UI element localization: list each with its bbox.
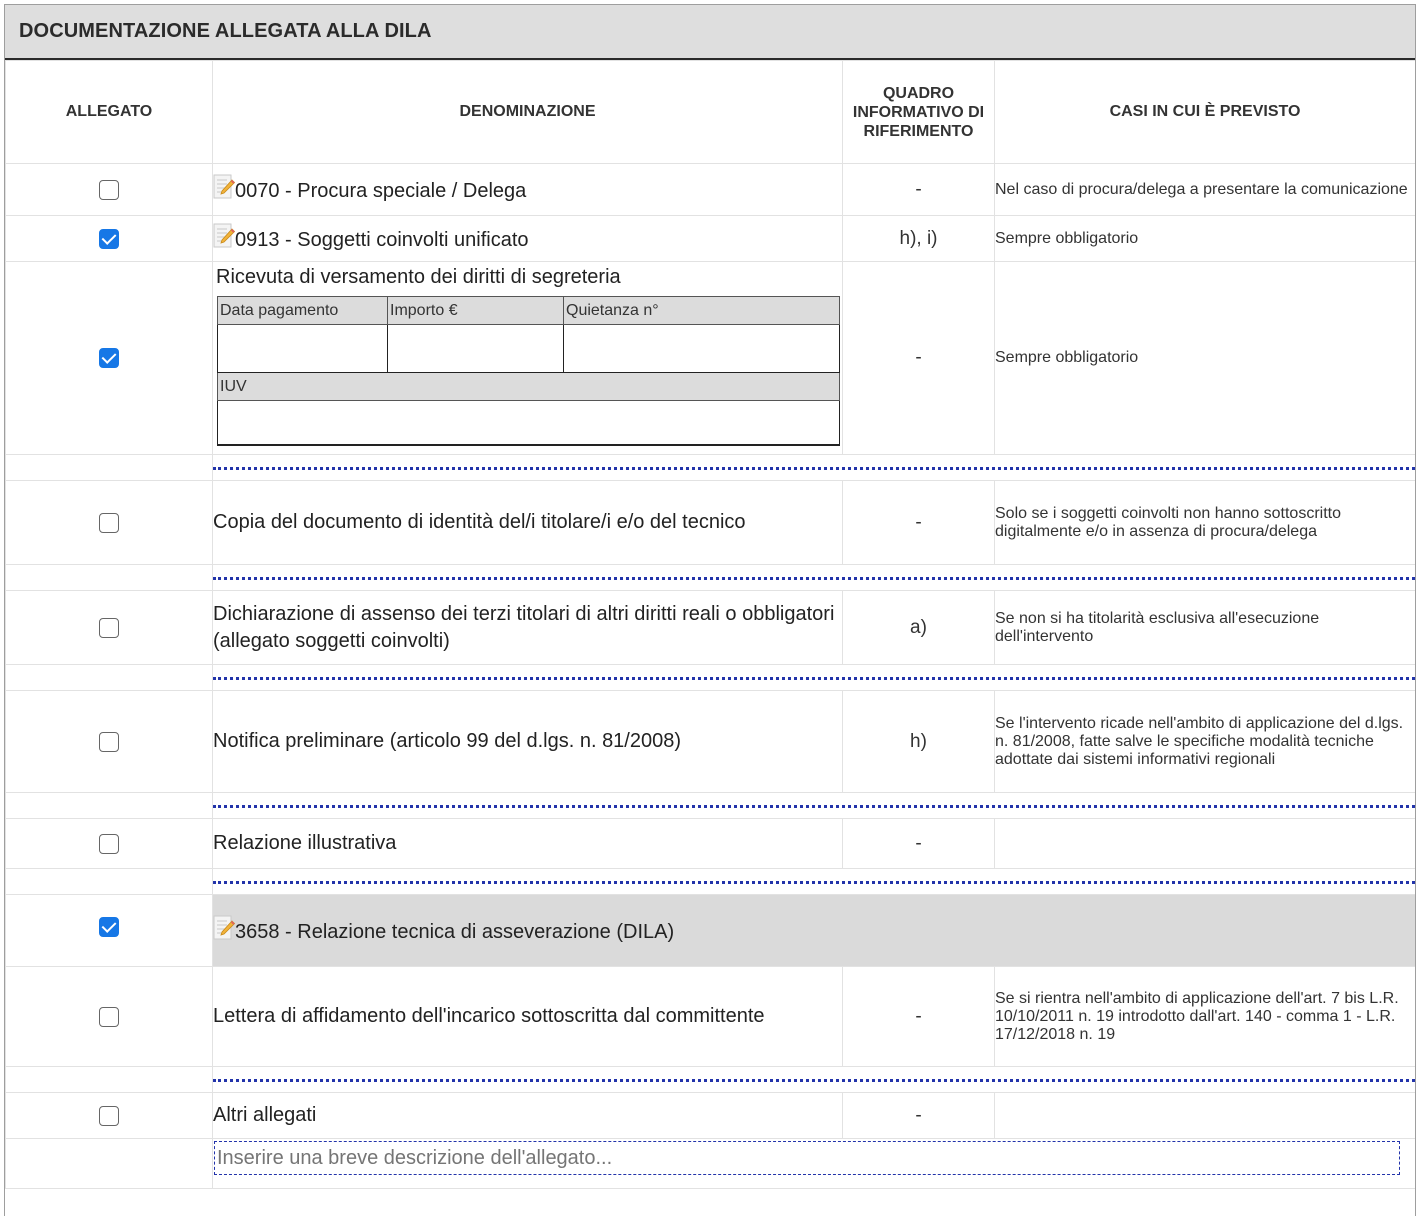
importo-label: Importo € — [387, 296, 564, 325]
table-row-0913: 0913 - Soggetti coinvolti unificato h), … — [5, 215, 1415, 262]
table-row-altri: Altri allegati - — [5, 1092, 1415, 1139]
table-row-relazione: Relazione illustrativa - — [5, 818, 1415, 869]
separator-line — [213, 577, 1415, 580]
panel-title: DOCUMENTAZIONE ALLEGATA ALLA DILA — [5, 5, 1415, 60]
separator-row — [5, 1066, 1415, 1093]
quadro-value: - — [842, 261, 995, 455]
allegato-checkbox-0070[interactable] — [99, 179, 119, 200]
separator-row — [5, 868, 1415, 895]
allegato-checkbox-assenso[interactable] — [99, 617, 119, 638]
denominazione-0070: 0070 - Procura speciale / Delega — [212, 163, 843, 216]
allegato-checkbox-identita[interactable] — [99, 512, 119, 533]
casi-text — [994, 1092, 1415, 1139]
quadro-value: - — [842, 818, 995, 869]
allegato-checkbox-3658[interactable] — [99, 917, 119, 937]
table-row-ricevuta: Ricevuta di versamento dei diritti di se… — [5, 261, 1415, 455]
quadro-value: - — [842, 966, 995, 1067]
column-header-allegato: ALLEGATO — [5, 60, 213, 164]
denominazione-label: Notifica preliminare (articolo 99 del d.… — [212, 690, 843, 793]
casi-text — [994, 818, 1415, 869]
document-edit-icon[interactable] — [213, 174, 235, 200]
allegati-table: ALLEGATO DENOMINAZIONE QUADRO INFORMATIV… — [5, 60, 1415, 1189]
denominazione-0913: 0913 - Soggetti coinvolti unificato — [212, 215, 843, 262]
altri-allegati-description-input[interactable] — [214, 1141, 1400, 1175]
separator-line — [213, 467, 1415, 470]
casi-text: Sempre obbligatorio — [994, 215, 1415, 262]
denominazione-ricevuta: Ricevuta di versamento dei diritti di se… — [212, 261, 843, 455]
quadro-value: h), i) — [842, 215, 995, 262]
quadro-value: - — [842, 163, 995, 216]
column-header-denominazione: DENOMINAZIONE — [212, 60, 843, 164]
quadro-value: - — [842, 480, 995, 565]
allegato-checkbox-0913[interactable] — [99, 228, 119, 249]
iuv-field[interactable] — [217, 400, 840, 446]
denominazione-label: Altri allegati — [212, 1092, 843, 1139]
importo-field[interactable] — [387, 324, 564, 373]
table-row-identita: Copia del documento di identità del/i ti… — [5, 480, 1415, 565]
description-row — [5, 1138, 1415, 1189]
separator-line — [213, 1079, 1415, 1082]
denominazione-label: Copia del documento di identità del/i ti… — [212, 480, 843, 565]
denominazione-3658: 3658 - Relazione tecnica di asseverazion… — [212, 894, 1415, 967]
quadro-value: - — [842, 1092, 995, 1139]
allegato-checkbox-notifica[interactable] — [99, 731, 119, 752]
allegato-checkbox-ricevuta[interactable] — [99, 348, 119, 368]
document-edit-icon[interactable] — [213, 915, 235, 941]
data-pagamento-label: Data pagamento — [217, 296, 388, 325]
denominazione-label: Dichiarazione di assenso dei terzi titol… — [212, 590, 843, 665]
table-row-0070: 0070 - Procura speciale / Delega - Nel c… — [5, 163, 1415, 216]
separator-row — [5, 664, 1415, 691]
casi-text: Se l'intervento ricade nell'ambito di ap… — [994, 690, 1415, 793]
table-row-notifica: Notifica preliminare (articolo 99 del d.… — [5, 690, 1415, 793]
denominazione-label[interactable]: 0913 - Soggetti coinvolti unificato — [235, 229, 529, 251]
allegato-checkbox-relazione[interactable] — [99, 833, 119, 854]
document-edit-icon[interactable] — [213, 223, 235, 249]
denominazione-label[interactable]: 3658 - Relazione tecnica di asseverazion… — [235, 921, 674, 943]
quietanza-field[interactable] — [563, 324, 840, 373]
separator-line — [213, 677, 1415, 680]
allegato-checkbox-altri[interactable] — [99, 1105, 119, 1126]
denominazione-label: Relazione illustrativa — [212, 818, 843, 869]
separator-line — [213, 805, 1415, 808]
payment-table: Data pagamento Importo € Quietanza n° IU… — [217, 296, 840, 446]
separator-line — [213, 881, 1415, 884]
data-pagamento-field[interactable] — [217, 324, 388, 373]
denominazione-label: Lettera di affidamento dell'incarico sot… — [212, 966, 843, 1067]
casi-text: Sempre obbligatorio — [994, 261, 1415, 455]
casi-text: Se si rientra nell'ambito di applicazion… — [994, 966, 1415, 1067]
column-header-quadro: QUADRO INFORMATIVO DI RIFERIMENTO — [842, 60, 995, 164]
casi-text: Nel caso di procura/delega a presentare … — [994, 163, 1415, 216]
separator-row — [5, 792, 1415, 819]
casi-text: Se non si ha titolarità esclusiva all'es… — [994, 590, 1415, 665]
ricevuta-title: Ricevuta di versamento dei diritti di se… — [216, 266, 621, 288]
documentazione-panel: DOCUMENTAZIONE ALLEGATA ALLA DILA ALLEGA… — [4, 4, 1416, 1216]
allegato-checkbox-lettera[interactable] — [99, 1006, 119, 1027]
table-row-lettera: Lettera di affidamento dell'incarico sot… — [5, 966, 1415, 1067]
quadro-value: a) — [842, 590, 995, 665]
denominazione-label[interactable]: 0070 - Procura speciale / Delega — [235, 180, 526, 202]
quietanza-label: Quietanza n° — [563, 296, 840, 325]
table-row-assenso: Dichiarazione di assenso dei terzi titol… — [5, 590, 1415, 665]
table-header-row: ALLEGATO DENOMINAZIONE QUADRO INFORMATIV… — [5, 60, 1415, 164]
quadro-value: h) — [842, 690, 995, 793]
iuv-label: IUV — [217, 372, 840, 401]
casi-text: Solo se i soggetti coinvolti non hanno s… — [994, 480, 1415, 565]
separator-row — [5, 564, 1415, 591]
table-row-3658: 3658 - Relazione tecnica di asseverazion… — [5, 894, 1415, 967]
separator-row — [5, 454, 1415, 481]
column-header-casi: CASI IN CUI È PREVISTO — [994, 60, 1415, 164]
